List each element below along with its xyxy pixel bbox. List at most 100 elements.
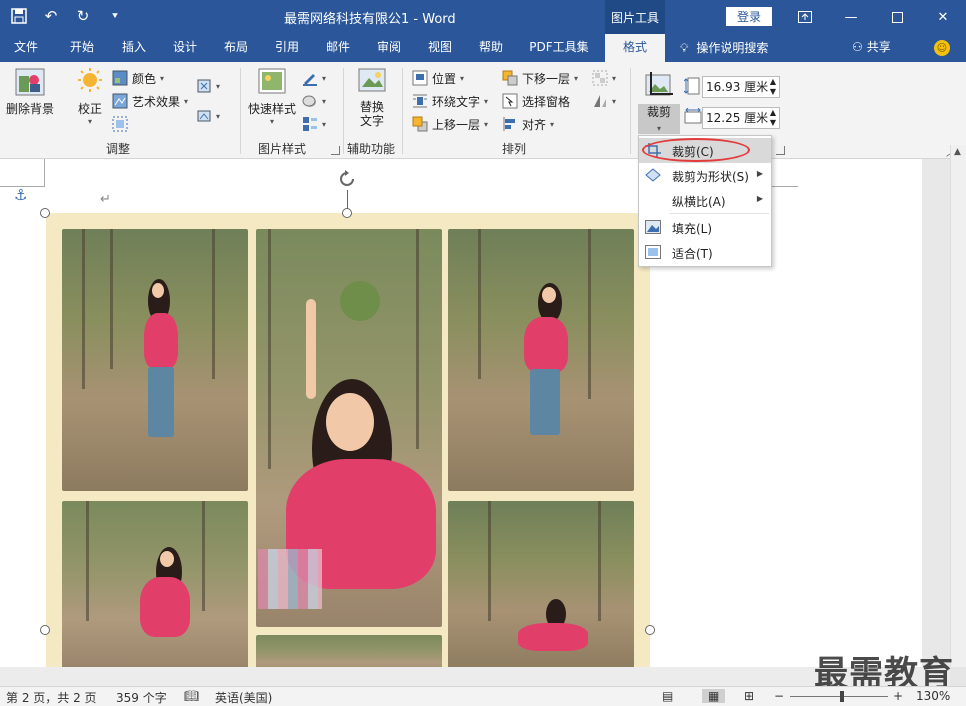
- remove-background-label: 删除背景: [6, 102, 55, 116]
- zoom-level[interactable]: 130%: [916, 689, 950, 703]
- resize-handle-top-left[interactable]: [40, 208, 50, 218]
- share-button[interactable]: ⚇ 共享: [852, 34, 891, 62]
- shape-crop-icon: [645, 168, 661, 182]
- zoom-slider-thumb[interactable]: [840, 691, 844, 702]
- alt-text-button[interactable]: 替换文字: [356, 66, 388, 128]
- position-label: 位置: [432, 71, 457, 86]
- compress-pictures-button[interactable]: ▾: [196, 76, 220, 96]
- menu-item-aspect-ratio[interactable]: 纵横比(A) ▶: [639, 188, 771, 213]
- customize-qat-icon[interactable]: ⯆: [106, 6, 124, 26]
- horizontal-scrollbar[interactable]: [0, 667, 950, 686]
- wrap-text-icon: [413, 94, 427, 108]
- change-picture-icon: [197, 110, 211, 122]
- color-button[interactable]: 颜色 ▾: [112, 68, 164, 88]
- tell-me-search[interactable]: 💡︎ 操作说明搜索: [680, 34, 768, 62]
- share-label: 共享: [866, 40, 891, 54]
- rotate-handle-icon[interactable]: [336, 168, 358, 190]
- rotate-icon: [594, 95, 606, 107]
- height-spinner-icon[interactable]: ▲ ▼: [770, 77, 776, 97]
- ribbon-display-options-icon[interactable]: [782, 0, 828, 34]
- tab-mailings[interactable]: 邮件: [316, 34, 360, 62]
- menu-item-crop[interactable]: 裁剪(C): [639, 138, 771, 163]
- language-indicator[interactable]: 英语(美国): [215, 689, 272, 706]
- crop-split-button[interactable]: 裁剪 ▾: [638, 66, 680, 138]
- crop-dropdown-part[interactable]: 裁剪 ▾: [638, 104, 680, 134]
- align-button[interactable]: 对齐 ▾: [502, 114, 554, 134]
- page-count[interactable]: 第 2 页，共 2 页: [6, 689, 97, 706]
- fit-icon: [645, 245, 661, 259]
- tab-design[interactable]: 设计: [163, 34, 207, 62]
- menu-item-crop-to-shape[interactable]: 裁剪为形状(S) ▶: [639, 163, 771, 188]
- change-picture-button[interactable]: ▾: [196, 106, 220, 126]
- selection-pane-icon: [502, 93, 518, 109]
- width-spinner-icon[interactable]: ▲ ▼: [770, 108, 776, 128]
- size-launcher-icon[interactable]: [776, 146, 785, 155]
- quick-styles-button[interactable]: 快速样式 ▾: [248, 66, 296, 126]
- transparency-button[interactable]: [112, 114, 128, 134]
- vertical-scrollbar[interactable]: ▲: [950, 145, 966, 667]
- photo-panel: [62, 229, 248, 491]
- maximize-icon[interactable]: [874, 0, 920, 34]
- picture-border-button[interactable]: ▾: [302, 68, 326, 88]
- tab-view[interactable]: 视图: [418, 34, 462, 62]
- send-backward-caret-icon: ▾: [574, 73, 579, 83]
- proofing-icon[interactable]: 📖︎: [184, 689, 199, 703]
- login-button[interactable]: 登录: [726, 7, 772, 26]
- crop-label: 裁剪: [646, 105, 671, 119]
- quick-styles-label: 快速样式: [248, 102, 297, 116]
- artistic-effects-button[interactable]: 艺术效果 ▾: [112, 91, 188, 111]
- close-icon[interactable]: ✕: [920, 0, 966, 34]
- resize-handle-right[interactable]: [645, 625, 655, 635]
- corrections-button[interactable]: 校正 ▾: [74, 66, 106, 126]
- resize-handle-left[interactable]: [40, 625, 50, 635]
- color-icon: [112, 70, 128, 86]
- zoom-slider-track[interactable]: [790, 696, 888, 697]
- zoom-out-button[interactable]: −: [774, 689, 784, 703]
- selected-picture[interactable]: [46, 213, 650, 667]
- picture-effects-button[interactable]: ▾: [302, 91, 326, 111]
- send-backward-label: 下移一层: [522, 71, 571, 86]
- picture-layout-button[interactable]: ▾: [302, 114, 326, 134]
- tab-references[interactable]: 引用: [265, 34, 309, 62]
- feedback-smiley-icon[interactable]: ☺: [934, 40, 950, 56]
- menu-item-label: 纵横比(A): [672, 195, 726, 209]
- lightbulb-icon: 💡︎: [680, 40, 689, 55]
- tab-format[interactable]: 格式: [605, 34, 665, 62]
- wrap-text-button[interactable]: 环绕文字 ▾: [412, 91, 488, 111]
- submenu-arrow-icon: ▶: [756, 194, 763, 203]
- crop-dropdown-menu: 裁剪(C) 裁剪为形状(S) ▶ 纵横比(A) ▶ 填充(L) 适合(T): [638, 135, 772, 267]
- web-layout-icon[interactable]: ⊞: [744, 689, 754, 703]
- artistic-caret-icon: ▾: [184, 96, 189, 106]
- redo-icon[interactable]: ↻: [74, 6, 92, 26]
- picture-styles-launcher-icon[interactable]: [331, 146, 340, 155]
- shape-width-input[interactable]: 12.25 厘米 ▲ ▼: [702, 107, 780, 129]
- tab-file[interactable]: 文件: [4, 34, 48, 62]
- ribbon-tabs: 文件 开始 插入 设计 布局 引用 邮件 审阅 视图 帮助 PDF工具集 格式 …: [0, 34, 966, 62]
- resize-handle-top[interactable]: [342, 208, 352, 218]
- group-objects-button[interactable]: ▾: [592, 68, 616, 88]
- artistic-effects-label: 艺术效果: [132, 94, 181, 109]
- menu-item-fill[interactable]: 填充(L): [639, 215, 771, 240]
- scroll-up-icon[interactable]: ▲: [954, 147, 961, 157]
- read-mode-icon[interactable]: ▤: [662, 689, 673, 703]
- bring-forward-button[interactable]: 上移一层 ▾: [412, 114, 488, 134]
- word-count[interactable]: 359 个字: [116, 689, 167, 706]
- selection-pane-button[interactable]: 选择窗格: [502, 91, 570, 111]
- shape-height-input[interactable]: 16.93 厘米 ▲ ▼: [702, 76, 780, 98]
- tab-review[interactable]: 审阅: [367, 34, 411, 62]
- tab-layout[interactable]: 布局: [214, 34, 258, 62]
- minimize-icon[interactable]: —: [828, 0, 874, 34]
- menu-item-fit[interactable]: 适合(T): [639, 240, 771, 265]
- tab-insert[interactable]: 插入: [112, 34, 156, 62]
- tab-help[interactable]: 帮助: [469, 34, 513, 62]
- rotate-button[interactable]: ▾: [592, 91, 616, 111]
- tab-home[interactable]: 开始: [60, 34, 104, 62]
- send-backward-button[interactable]: 下移一层 ▾: [502, 68, 578, 88]
- save-icon[interactable]: [10, 6, 28, 26]
- zoom-in-button[interactable]: +: [893, 689, 903, 703]
- position-button[interactable]: 位置 ▾: [412, 68, 464, 88]
- undo-icon[interactable]: ↶: [42, 6, 60, 26]
- remove-background-button[interactable]: 删除背景: [6, 66, 54, 117]
- print-layout-icon[interactable]: ▦: [702, 689, 726, 703]
- tab-pdf-tools[interactable]: PDF工具集: [524, 34, 594, 62]
